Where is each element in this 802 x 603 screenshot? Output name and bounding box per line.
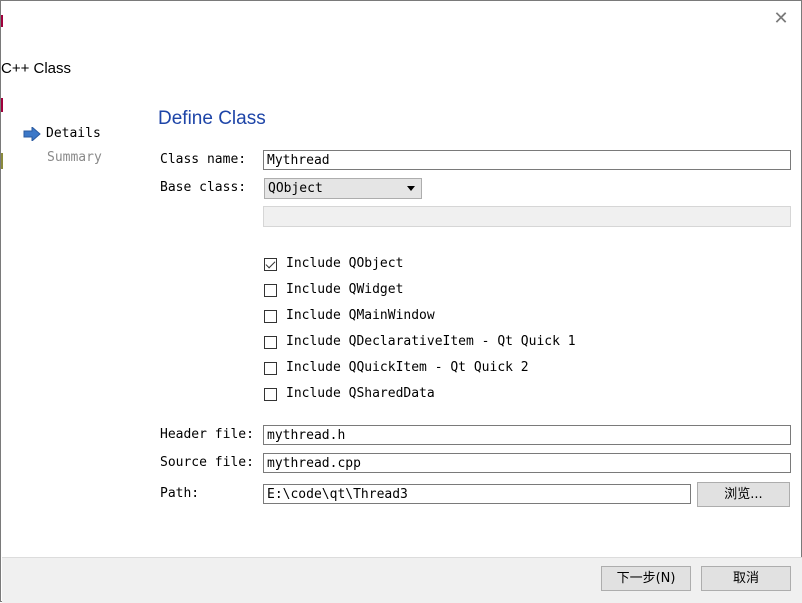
include-qobject-checkbox[interactable] bbox=[264, 258, 277, 271]
next-button[interactable]: 下一步(N) bbox=[601, 566, 691, 591]
wizard-title: C++ Class bbox=[1, 60, 72, 77]
include-qshareddata-label: Include QSharedData bbox=[286, 386, 435, 401]
disabled-field bbox=[263, 206, 791, 227]
header-file-input[interactable]: mythread.h bbox=[263, 425, 791, 445]
include-qshareddata-checkbox[interactable] bbox=[264, 388, 277, 401]
sidebar-step-details: Details bbox=[46, 126, 101, 141]
include-qwidget-checkbox[interactable] bbox=[264, 284, 277, 297]
current-step-arrow-icon bbox=[23, 127, 41, 141]
include-qmainwindow-label: Include QMainWindow bbox=[286, 308, 435, 323]
include-qquickitem-label: Include QQuickItem - Qt Quick 2 bbox=[286, 360, 529, 375]
window-edge-accent bbox=[1, 98, 3, 112]
page-title: Define Class bbox=[158, 108, 266, 129]
close-icon[interactable]: ✕ bbox=[771, 9, 791, 29]
base-class-label: Base class: bbox=[160, 180, 247, 195]
class-name-label: Class name: bbox=[160, 152, 247, 167]
path-input[interactable]: E:\code\qt\Thread3 bbox=[263, 484, 691, 504]
sidebar-step-summary: Summary bbox=[47, 150, 102, 165]
include-qmainwindow-checkbox[interactable] bbox=[264, 310, 277, 323]
window-edge-accent bbox=[1, 15, 3, 27]
base-class-value: QObject bbox=[268, 181, 323, 196]
include-qobject-label: Include QObject bbox=[286, 256, 404, 271]
source-file-input[interactable]: mythread.cpp bbox=[263, 453, 791, 473]
base-class-select[interactable]: QObject bbox=[264, 178, 422, 199]
include-qquickitem-checkbox[interactable] bbox=[264, 362, 277, 375]
path-label: Path: bbox=[160, 486, 200, 501]
header-file-label: Header file: bbox=[160, 427, 254, 442]
browse-button[interactable]: 浏览... bbox=[697, 482, 790, 507]
cancel-button[interactable]: 取消 bbox=[701, 566, 791, 591]
chevron-down-icon bbox=[407, 186, 415, 191]
source-file-label: Source file: bbox=[160, 455, 254, 470]
wizard-window: ✕ C++ Class Details Summary Define Class… bbox=[0, 0, 802, 603]
include-qwidget-label: Include QWidget bbox=[286, 282, 404, 297]
class-name-input[interactable]: Mythread bbox=[263, 150, 791, 170]
include-qdeclarativeitem-label: Include QDeclarativeItem - Qt Quick 1 bbox=[286, 334, 576, 349]
window-edge-accent bbox=[1, 153, 3, 169]
include-qdeclarativeitem-checkbox[interactable] bbox=[264, 336, 277, 349]
